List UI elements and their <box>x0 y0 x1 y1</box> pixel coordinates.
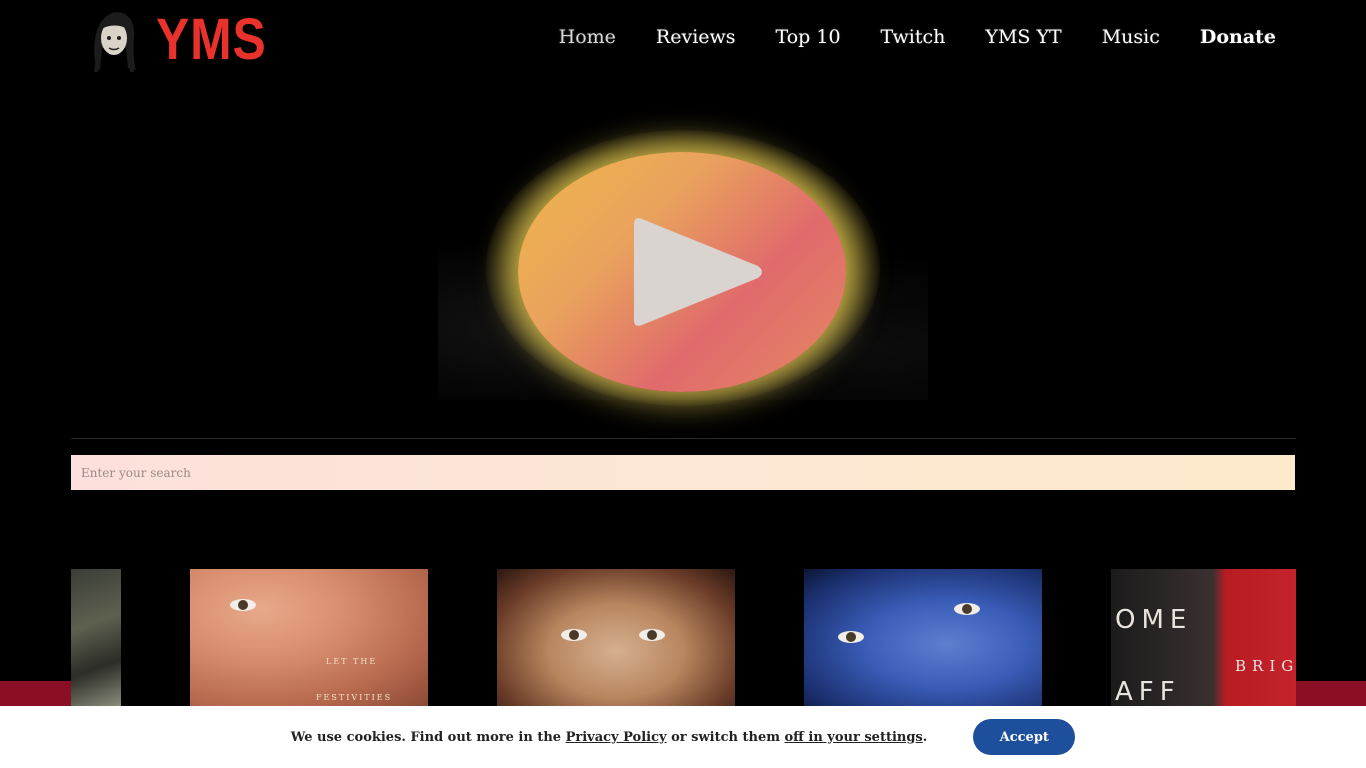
cookie-banner: We use cookies. Find out more in the Pri… <box>0 706 1366 768</box>
nav-home[interactable]: Home <box>559 26 616 48</box>
poster-subtitle: BRIG <box>1235 657 1296 675</box>
poster-eye <box>561 629 587 641</box>
cookie-message: We use cookies. Find out more in the Pri… <box>291 730 928 745</box>
poster-title: AFF <box>1115 677 1181 706</box>
search-input[interactable] <box>71 455 1295 490</box>
poster-image[interactable]: LET THE FESTIVITIES <box>190 569 428 706</box>
poster-image[interactable] <box>71 569 121 706</box>
nav-yms-yt[interactable]: YMS YT <box>985 26 1061 48</box>
cookie-text-2: or switch them <box>666 729 785 745</box>
poster-image[interactable]: OME AFF BRIG <box>1111 569 1296 706</box>
poster-carousel: LET THE FESTIVITIES OME AFF BRIG <box>71 569 1296 706</box>
poster-eye <box>639 629 665 641</box>
poster-eye <box>230 599 256 611</box>
nav-twitch[interactable]: Twitch <box>881 26 946 48</box>
main-nav: Home Reviews Top 10 Twitch YMS YT Music … <box>559 26 1276 48</box>
poster-eye <box>954 603 980 615</box>
site-logo[interactable]: YMS <box>88 8 285 72</box>
poster-image[interactable] <box>804 569 1042 706</box>
section-divider <box>71 438 1296 439</box>
avatar-icon <box>94 12 136 72</box>
poster-caption: FESTIVITIES <box>316 693 393 702</box>
poster-caption: LET THE <box>326 657 378 666</box>
privacy-policy-link[interactable]: Privacy Policy <box>566 730 667 745</box>
nav-donate[interactable]: Donate <box>1200 26 1276 48</box>
nav-reviews[interactable]: Reviews <box>656 26 736 48</box>
cookie-text-3: . <box>922 729 928 745</box>
accept-cookies-button[interactable]: Accept <box>973 719 1076 755</box>
cookie-text-1: We use cookies. Find out more in the <box>290 729 566 745</box>
poster-eye <box>838 631 864 643</box>
red-band-right <box>1296 681 1366 706</box>
play-icon[interactable] <box>630 216 766 328</box>
logo-text: YMS <box>156 7 267 72</box>
nav-top-10[interactable]: Top 10 <box>776 26 841 48</box>
red-band-left <box>0 681 71 706</box>
nav-music[interactable]: Music <box>1102 26 1160 48</box>
poster-title: OME <box>1115 605 1193 635</box>
cookie-settings-link[interactable]: off in your settings <box>785 730 923 745</box>
poster-image[interactable] <box>497 569 735 706</box>
site-header: YMS Home Reviews Top 10 Twitch YMS YT Mu… <box>0 0 1366 80</box>
video-player[interactable] <box>438 130 928 406</box>
